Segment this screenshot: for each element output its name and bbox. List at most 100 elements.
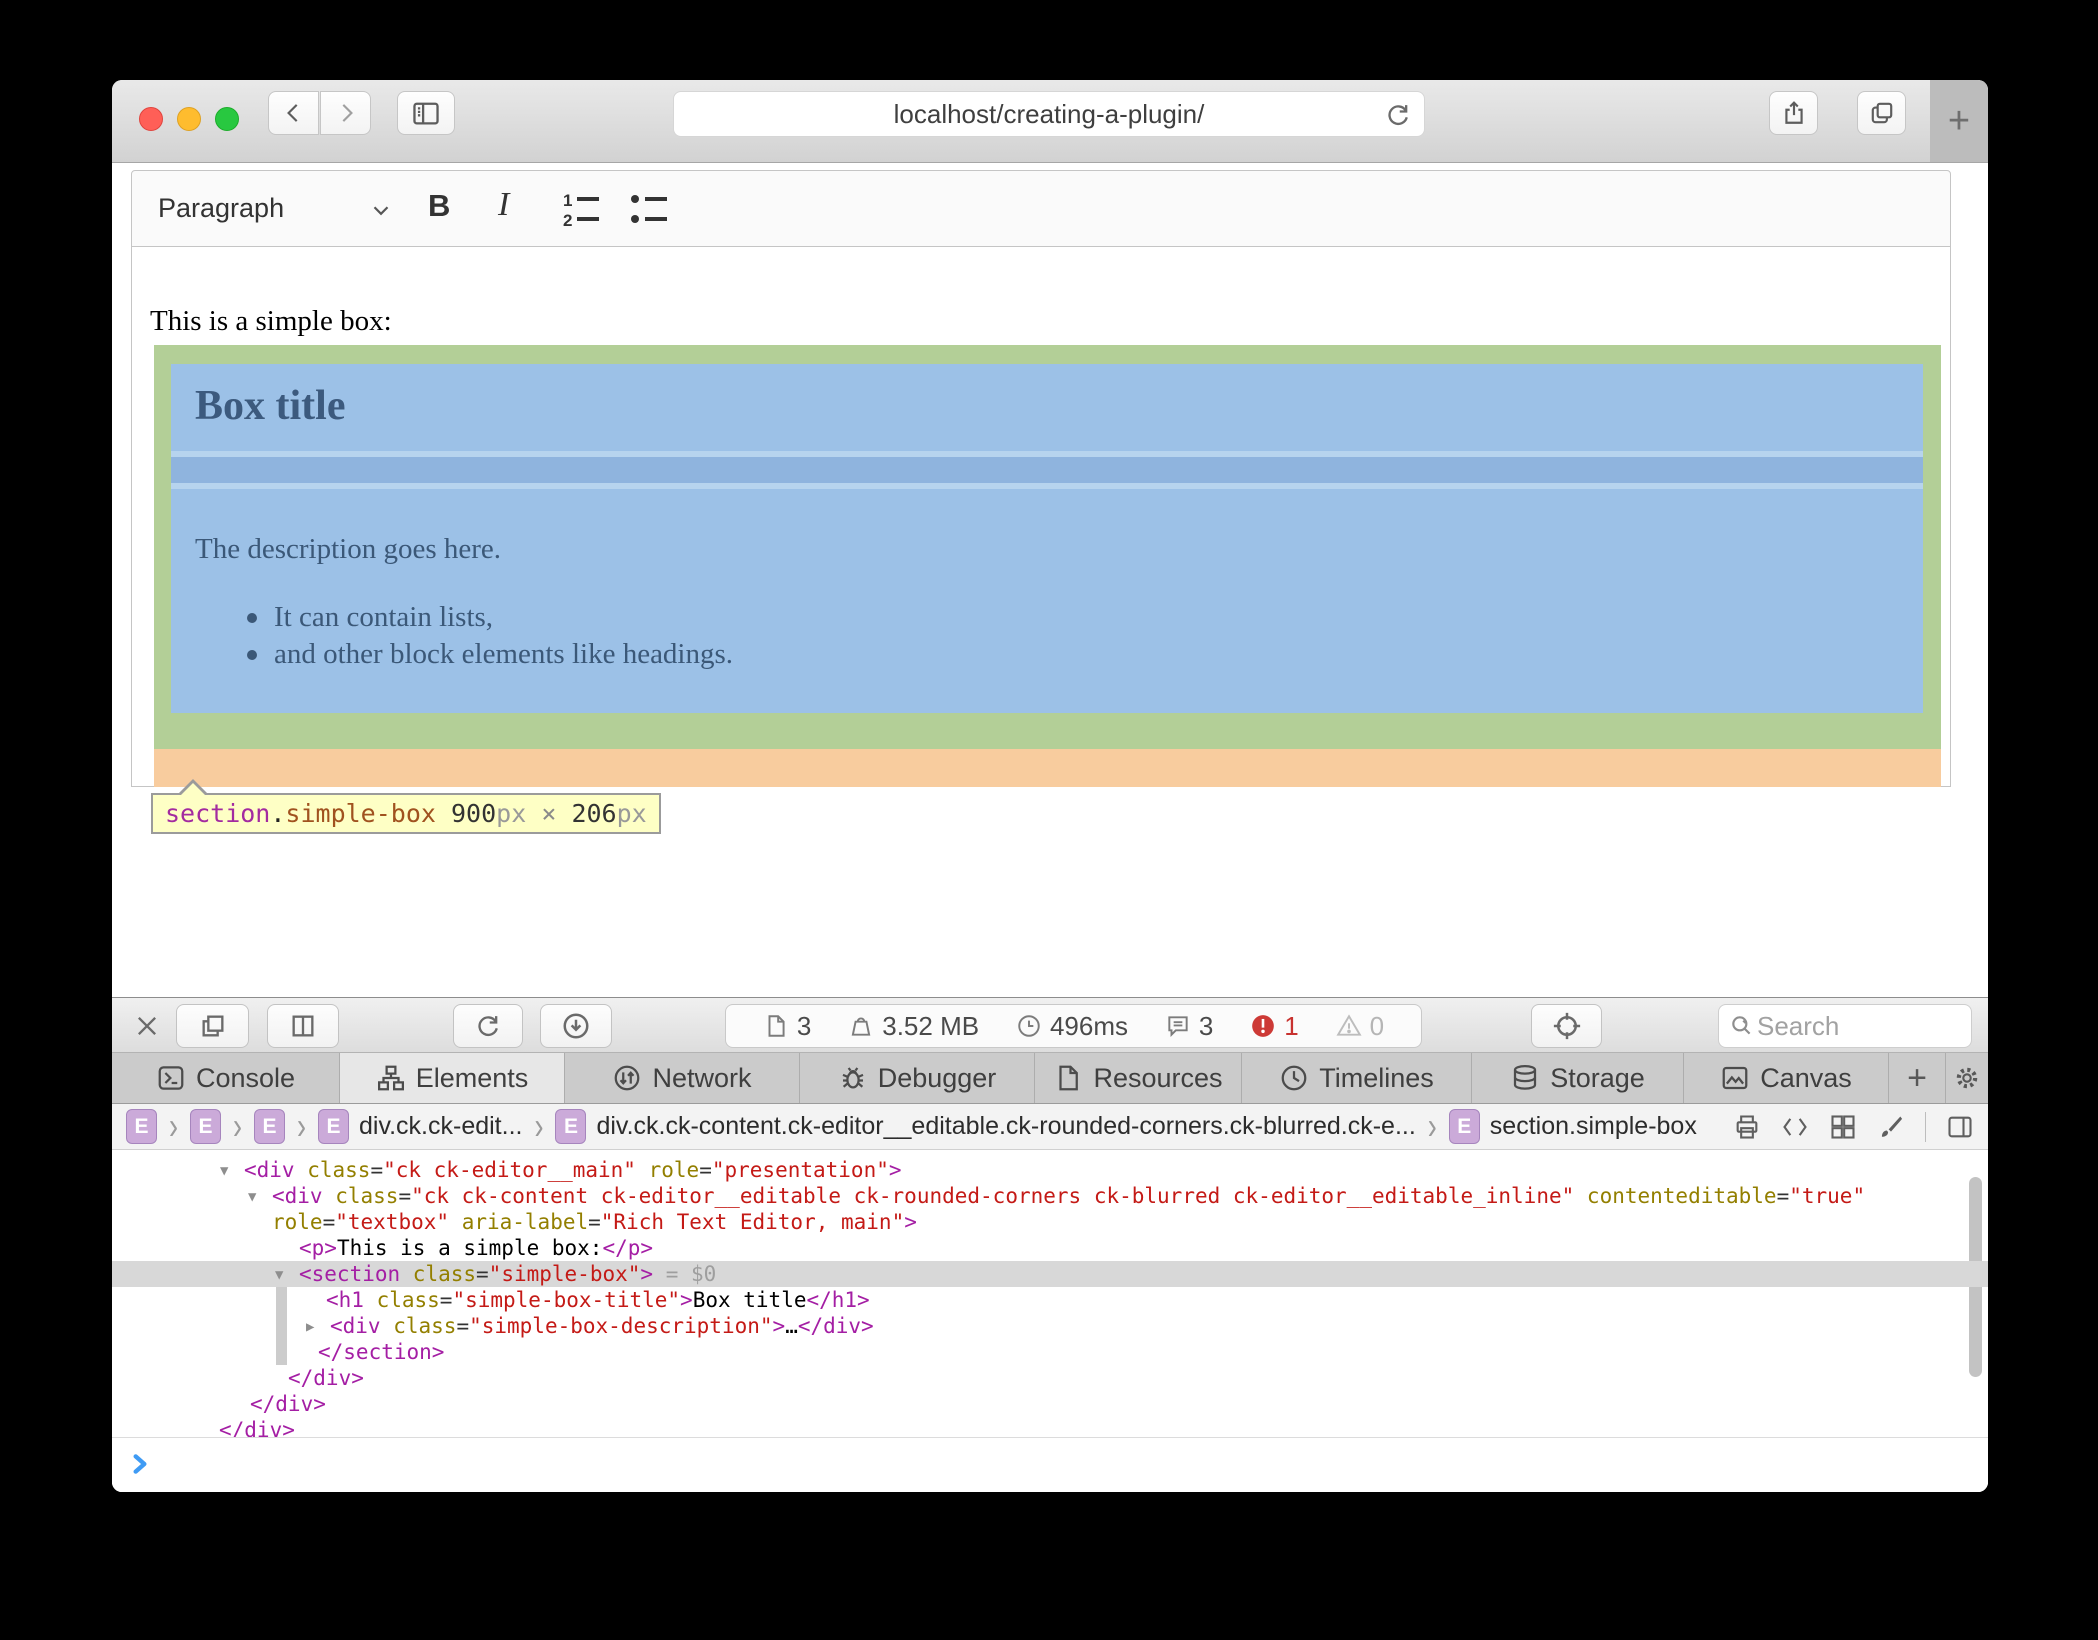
- dom-tree-row[interactable]: ▼ <div class="ck ck-editor__main" role="p…: [112, 1157, 1988, 1183]
- italic-button[interactable]: I: [498, 186, 509, 224]
- element-badge: E: [190, 1109, 221, 1144]
- speech-bubble-icon: [1165, 1013, 1191, 1039]
- dom-tree-row[interactable]: </section>: [112, 1339, 1988, 1365]
- details-sidebar-icon[interactable]: [1946, 1113, 1974, 1141]
- element-badge: E: [126, 1109, 157, 1144]
- close-inspector-button[interactable]: [133, 1012, 161, 1040]
- box-title[interactable]: Box title: [195, 382, 345, 430]
- download-button[interactable]: [540, 1004, 612, 1048]
- breadcrumb-separator-icon: ›: [233, 1105, 242, 1148]
- close-window-button[interactable]: [139, 107, 163, 131]
- console-icon: [156, 1063, 186, 1093]
- dom-tree-row[interactable]: </div>: [112, 1417, 1988, 1437]
- disclosure-open-icon[interactable]: ▼: [220, 1158, 228, 1184]
- inspector-reload-button[interactable]: [453, 1004, 523, 1048]
- box-bullet-list[interactable]: It can contain lists,and other block ele…: [247, 599, 733, 673]
- detach-inspector-button[interactable]: [176, 1004, 249, 1048]
- inspector-settings-button[interactable]: [1946, 1053, 1987, 1103]
- tab-elements[interactable]: Elements: [340, 1053, 565, 1103]
- tab-console[interactable]: Console: [112, 1053, 340, 1103]
- dom-node-code: </section>: [318, 1339, 444, 1365]
- elements-icon: [376, 1063, 406, 1093]
- inspector-search[interactable]: [1718, 1004, 1972, 1048]
- dom-node-code: <h1 class="simple-box-title">Box title</…: [326, 1287, 870, 1313]
- breadcrumb-item[interactable]: E: [126, 1109, 157, 1144]
- plus-icon: +: [1948, 100, 1970, 143]
- resource-stats-bar[interactable]: 3 3.52 MB 496ms 3: [725, 1004, 1422, 1048]
- element-picker-button[interactable]: [1531, 1004, 1602, 1048]
- dom-tree-row[interactable]: ▼<div class="ck ck-content ck-editor__ed…: [112, 1183, 1988, 1209]
- download-icon: [561, 1011, 591, 1041]
- bulleted-list-button[interactable]: [628, 189, 672, 229]
- reload-icon[interactable]: [1384, 101, 1412, 129]
- tab-network[interactable]: Network: [565, 1053, 800, 1103]
- console-prompt-row[interactable]: [112, 1437, 1988, 1492]
- dom-node-code: <div class="ck ck-editor__main" role="pr…: [244, 1157, 902, 1183]
- numbered-list-button[interactable]: 1 2: [560, 189, 604, 229]
- tab-label: Console: [196, 1063, 295, 1094]
- breadcrumb-separator-icon: ›: [1428, 1105, 1437, 1148]
- print-styles-icon[interactable]: [1733, 1113, 1761, 1141]
- dock-side-button[interactable]: [267, 1004, 339, 1048]
- error-icon: [1250, 1013, 1276, 1039]
- dom-tree-row[interactable]: </div>: [112, 1391, 1988, 1417]
- documents-stat: 3: [763, 1011, 811, 1042]
- tab-storage[interactable]: Storage: [1472, 1053, 1684, 1103]
- bold-button[interactable]: B: [428, 188, 450, 224]
- box-description[interactable]: The description goes here.: [195, 533, 501, 566]
- breadcrumb-item[interactable]: E: [254, 1109, 285, 1144]
- dom-tree-row[interactable]: <p>This is a simple box:</p>: [112, 1235, 1988, 1261]
- breadcrumb-item[interactable]: E: [190, 1109, 221, 1144]
- disclosure-closed-icon[interactable]: ▶: [306, 1314, 314, 1340]
- chevron-down-icon[interactable]: [368, 197, 394, 223]
- dom-tree-row[interactable]: <h1 class="simple-box-title">Box title</…: [112, 1287, 1988, 1313]
- list-item[interactable]: and other block elements like headings.: [247, 636, 733, 673]
- paragraph-dropdown[interactable]: Paragraph: [158, 193, 284, 224]
- tab-debugger[interactable]: Debugger: [800, 1053, 1035, 1103]
- breadcrumb-item[interactable]: Ediv.ck.ck-edit...: [318, 1109, 522, 1144]
- dom-tree-row[interactable]: ▶ <div class="simple-box-description">…</…: [112, 1313, 1988, 1339]
- chevron-left-icon: [281, 100, 307, 126]
- dom-tree-row[interactable]: role="textbox" aria-label="Rich Text Edi…: [112, 1209, 1988, 1235]
- forward-button[interactable]: [320, 91, 371, 135]
- debugger-icon: [838, 1063, 868, 1093]
- source-code-icon[interactable]: [1781, 1113, 1809, 1141]
- back-button[interactable]: [268, 91, 319, 135]
- tooltip-tag: section: [165, 799, 270, 828]
- tooltip-width: 900: [451, 799, 496, 828]
- share-button[interactable]: [1769, 91, 1818, 135]
- editor-paragraph[interactable]: This is a simple box:: [150, 305, 392, 338]
- editor-toolbar: Paragraph B I 1 2: [131, 170, 1951, 247]
- tab-label: Storage: [1550, 1063, 1645, 1094]
- disclosure-open-icon[interactable]: ▼: [248, 1184, 256, 1210]
- address-bar[interactable]: localhost/creating-a-plugin/: [673, 91, 1425, 137]
- weight-icon: [848, 1013, 874, 1039]
- dom-tree-row[interactable]: </div>: [112, 1365, 1988, 1391]
- new-tab-panel-button[interactable]: +: [1889, 1053, 1946, 1103]
- breadcrumb-item[interactable]: Esection.simple-box: [1449, 1109, 1697, 1144]
- element-breadcrumb-bar: E›E›E›Ediv.ck.ck-edit...›Ediv.ck.ck-cont…: [112, 1104, 1988, 1150]
- sidebar-toggle-button[interactable]: [397, 91, 455, 135]
- element-badge: E: [318, 1109, 349, 1144]
- divider: [1925, 1112, 1926, 1142]
- breadcrumb-separator-icon: ›: [297, 1105, 306, 1148]
- minimize-window-button[interactable]: [177, 107, 201, 131]
- tab-timelines[interactable]: Timelines: [1242, 1053, 1472, 1103]
- dom-node-code: <div class="simple-box-description">…</d…: [330, 1313, 874, 1339]
- list-item[interactable]: It can contain lists,: [247, 599, 733, 636]
- show-all-tabs-button[interactable]: [1857, 91, 1906, 135]
- new-tab-button[interactable]: +: [1930, 80, 1988, 162]
- dom-node-code: <section class="simple-box"> = $0: [299, 1261, 716, 1287]
- tab-label: Elements: [416, 1063, 529, 1094]
- styles-brush-icon[interactable]: [1877, 1113, 1905, 1141]
- resources-icon: [1053, 1063, 1083, 1093]
- grid-overlay-icon[interactable]: [1829, 1113, 1857, 1141]
- breadcrumb-item[interactable]: Ediv.ck.ck-content.ck-editor__editable.c…: [555, 1109, 1415, 1144]
- dom-tree-row-selected[interactable]: ▼ <section class="simple-box"> = $0: [112, 1261, 1988, 1287]
- disclosure-open-icon[interactable]: ▼: [275, 1262, 283, 1288]
- web-page: Paragraph B I 1 2: [112, 163, 1988, 997]
- tab-resources[interactable]: Resources: [1035, 1053, 1242, 1103]
- search-input[interactable]: [1755, 1010, 1961, 1043]
- tab-canvas[interactable]: Canvas: [1684, 1053, 1889, 1103]
- zoom-window-button[interactable]: [215, 107, 239, 131]
